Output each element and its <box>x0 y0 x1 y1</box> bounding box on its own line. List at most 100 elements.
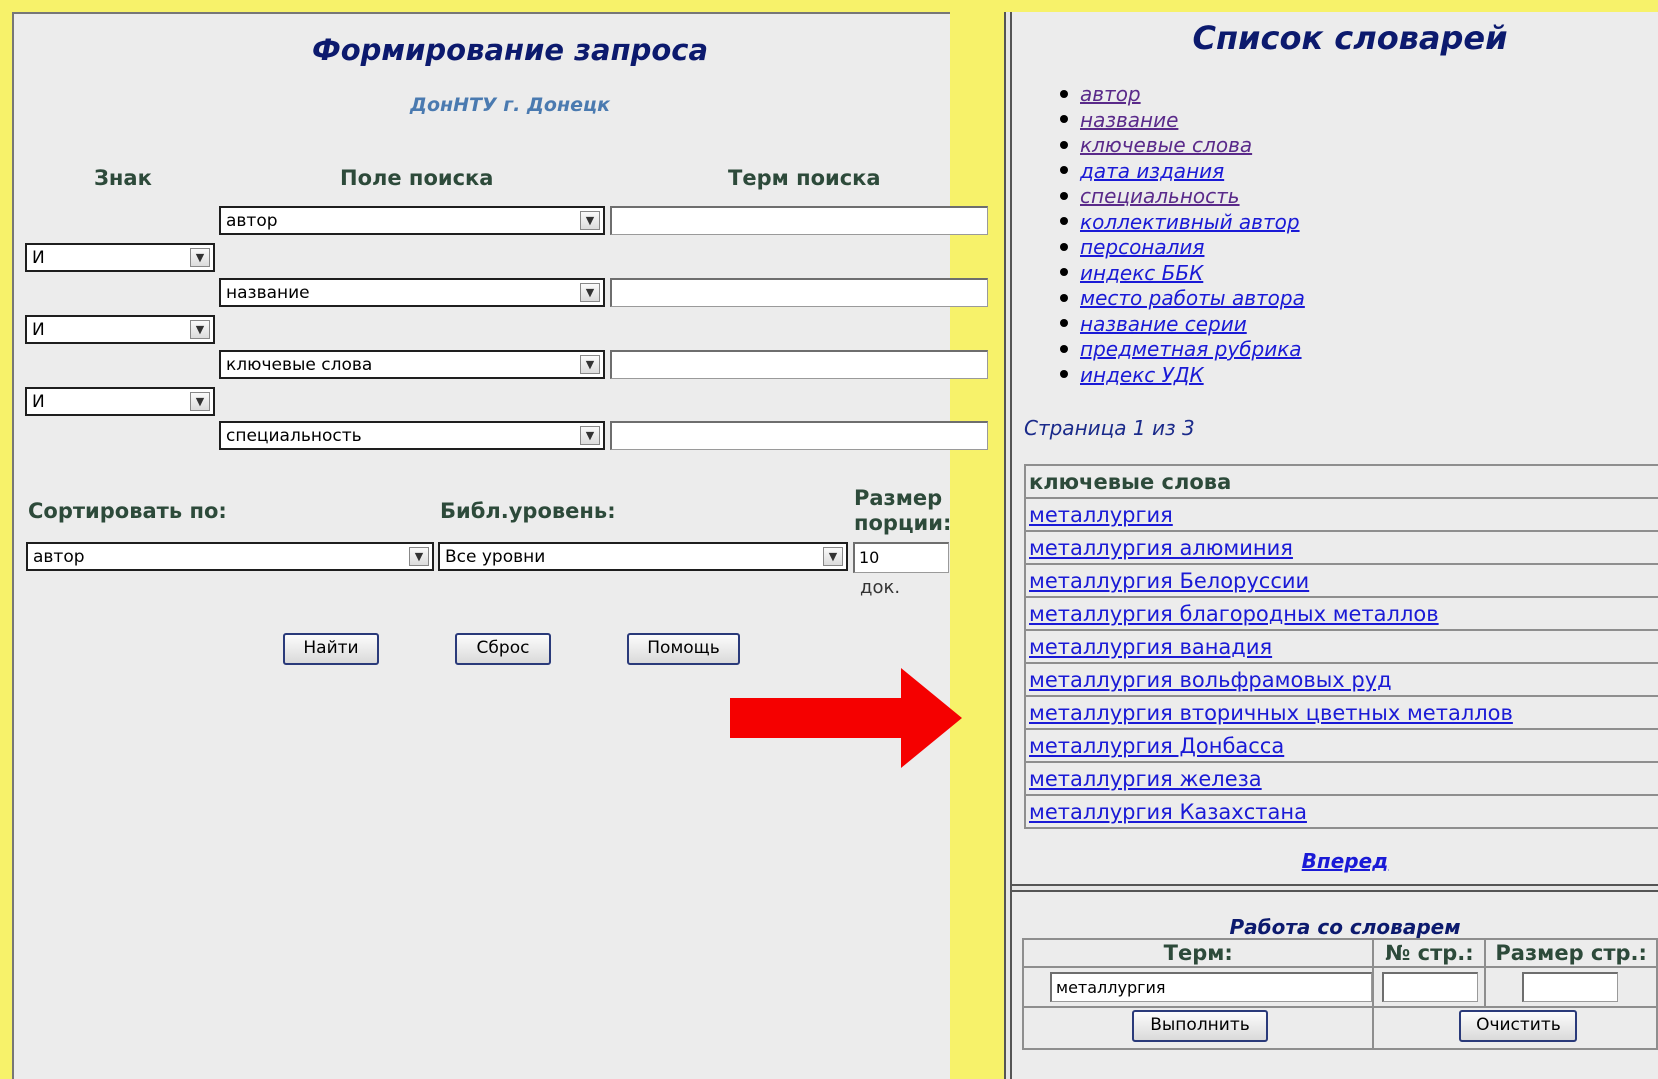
chevron-down-icon: ▼ <box>580 283 600 302</box>
search-field-value: специальность <box>226 426 362 446</box>
table-cell: металлургия вольфрамовых руд <box>1024 662 1658 697</box>
dictionary-item[interactable]: персоналия <box>1060 235 1305 261</box>
execute-cell: Выполнить <box>1021 1006 1375 1050</box>
table-row: металлургия Донбасса <box>1024 728 1658 763</box>
term-link[interactable]: металлургия вторичных цветных металлов <box>1029 701 1513 725</box>
next-page-link[interactable]: Вперед <box>1100 849 1590 873</box>
dictionary-link[interactable]: индекс УДК <box>1080 363 1204 387</box>
dictionary-item[interactable]: дата издания <box>1060 159 1305 185</box>
search-term-input-1[interactable] <box>610 206 988 235</box>
reset-button[interactable]: Сброс <box>455 633 551 665</box>
term-link[interactable]: металлургия алюминия <box>1029 536 1293 560</box>
term-link[interactable]: металлургия благородных металлов <box>1029 602 1439 626</box>
term-link[interactable]: металлургия Донбасса <box>1029 734 1284 758</box>
dictionary-link[interactable]: индекс ББК <box>1080 261 1203 285</box>
chevron-down-icon: ▼ <box>580 426 600 445</box>
term-link[interactable]: металлургия вольфрамовых руд <box>1029 668 1392 692</box>
dictionary-link[interactable]: специальность <box>1080 184 1240 208</box>
term-link[interactable]: металлургия Казахстана <box>1029 800 1307 824</box>
dictionary-title: Список словарей <box>1192 19 1508 57</box>
query-subtitle: ДонНТУ г. Донецк <box>410 94 610 116</box>
page-number-cell <box>1372 966 1487 1008</box>
term-input[interactable]: металлургия <box>1050 972 1372 1002</box>
work-button-row: Выполнить Очистить <box>1021 1006 1658 1050</box>
dictionary-item[interactable]: коллективный автор <box>1060 210 1305 236</box>
dictionary-item[interactable]: индекс УДК <box>1060 363 1305 389</box>
search-field-value: название <box>226 283 310 303</box>
search-term-input-3[interactable] <box>610 350 988 379</box>
table-cell: металлургия железа <box>1024 761 1658 796</box>
dictionary-link[interactable]: название серии <box>1080 312 1247 336</box>
dictionary-item[interactable]: место работы автора <box>1060 286 1305 312</box>
search-field-select-4[interactable]: специальность ▼ <box>219 421 605 450</box>
term-link[interactable]: металлургия ванадия <box>1029 635 1272 659</box>
dictionary-item[interactable]: индекс ББК <box>1060 261 1305 287</box>
level-label: Библ.уровень: <box>440 499 616 523</box>
dictionary-list: автор название ключевые слова дата издан… <box>1060 82 1305 388</box>
dictionary-terms-table: ключевые слова металлургия металлургия а… <box>1024 464 1658 829</box>
find-button[interactable]: Найти <box>283 633 379 665</box>
table-cell: металлургия алюминия <box>1024 530 1658 565</box>
dictionary-link[interactable]: коллективный автор <box>1080 210 1300 234</box>
next-link[interactable]: Вперед <box>1302 849 1389 873</box>
portion-label-line2: порции: <box>854 511 952 535</box>
dictionary-link[interactable]: место работы автора <box>1080 286 1305 310</box>
dictionary-link[interactable]: персоналия <box>1080 235 1204 259</box>
table-cell: металлургия Казахстана <box>1024 794 1658 829</box>
search-field-value: ключевые слова <box>226 355 373 375</box>
search-term-input-2[interactable] <box>610 278 988 307</box>
search-field-select-3[interactable]: ключевые слова ▼ <box>219 350 605 379</box>
dictionary-item[interactable]: ключевые слова <box>1060 133 1305 159</box>
search-field-select-2[interactable]: название ▼ <box>219 278 605 307</box>
table-cell: металлургия ванадия <box>1024 629 1658 664</box>
term-column-header: Терм поиска <box>728 166 881 190</box>
query-title: Формирование запроса <box>311 33 709 67</box>
bibl-level-select[interactable]: Все уровни ▼ <box>438 542 848 571</box>
chevron-down-icon: ▼ <box>190 248 210 267</box>
term-cell: металлургия <box>1021 966 1375 1008</box>
logic-operator-select-1[interactable]: И ▼ <box>25 243 215 272</box>
dictionary-link[interactable]: автор <box>1080 82 1141 106</box>
page-number-input[interactable] <box>1382 972 1479 1002</box>
logic-operator-select-2[interactable]: И ▼ <box>25 315 215 344</box>
table-row: металлургия <box>1024 497 1658 532</box>
term-link[interactable]: металлургия железа <box>1029 767 1262 791</box>
logic-operator-value: И <box>32 248 45 268</box>
search-term-input-4[interactable] <box>610 421 988 450</box>
dictionary-item[interactable]: автор <box>1060 82 1305 108</box>
clear-button[interactable]: Очистить <box>1459 1010 1578 1042</box>
search-field-select-1[interactable]: автор ▼ <box>219 206 605 235</box>
page-number-header: № стр.: <box>1372 938 1487 968</box>
term-link[interactable]: металлургия Белоруссии <box>1029 569 1309 593</box>
dictionary-item[interactable]: предметная рубрика <box>1060 337 1305 363</box>
dictionary-item[interactable]: название <box>1060 108 1305 134</box>
chevron-down-icon: ▼ <box>190 392 210 411</box>
sign-column-header: Знак <box>94 166 152 190</box>
logic-operator-value: И <box>32 392 45 412</box>
dictionary-link[interactable]: предметная рубрика <box>1080 337 1302 361</box>
table-row: металлургия благородных металлов <box>1024 596 1658 631</box>
term-link[interactable]: металлургия <box>1029 503 1173 527</box>
dictionary-item[interactable]: название серии <box>1060 312 1305 338</box>
dictionary-item[interactable]: специальность <box>1060 184 1305 210</box>
dictionary-link[interactable]: название <box>1080 108 1178 132</box>
work-header-row: Терм: № стр.: Размер стр.: <box>1021 938 1658 968</box>
field-column-header: Поле поиска <box>340 166 494 190</box>
dictionary-link[interactable]: дата издания <box>1080 159 1224 183</box>
table-row: металлургия Белоруссии <box>1024 563 1658 598</box>
help-button[interactable]: Помощь <box>627 633 740 665</box>
page-size-header: Размер стр.: <box>1484 938 1658 968</box>
logic-operator-select-3[interactable]: И ▼ <box>25 387 215 416</box>
table-row: металлургия Казахстана <box>1024 794 1658 829</box>
dictionary-link[interactable]: ключевые слова <box>1080 133 1252 157</box>
work-input-row: металлургия <box>1021 966 1658 1008</box>
sort-by-select[interactable]: автор ▼ <box>26 542 434 571</box>
page-size-input[interactable] <box>1522 972 1619 1002</box>
arrow-right-icon <box>730 668 962 768</box>
search-field-value: автор <box>226 211 278 231</box>
execute-button[interactable]: Выполнить <box>1132 1010 1268 1042</box>
table-cell: металлургия вторичных цветных металлов <box>1024 695 1658 730</box>
dictionary-work-table: Терм: № стр.: Размер стр.: металлургия В… <box>1021 938 1658 1050</box>
portion-size-input[interactable]: 10 <box>853 542 949 573</box>
sort-label: Сортировать по: <box>28 499 227 523</box>
